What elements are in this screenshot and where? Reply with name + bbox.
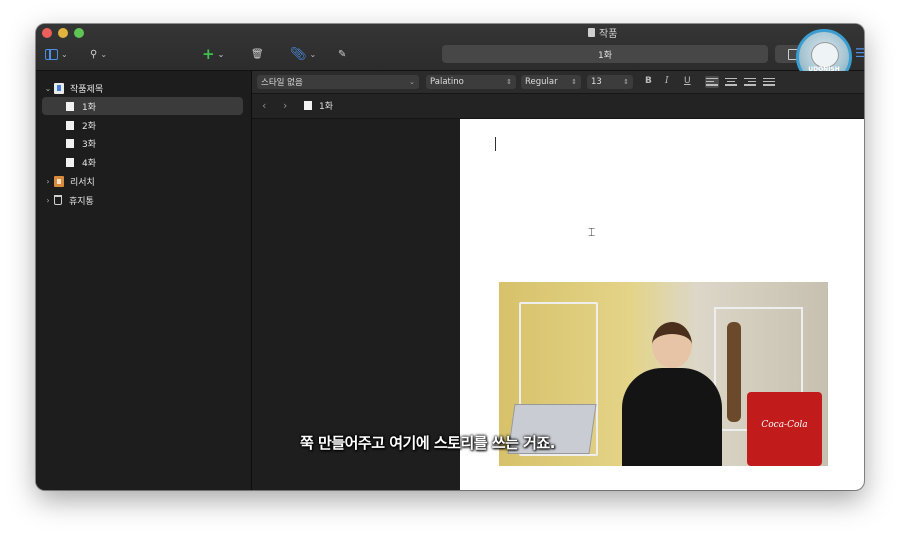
binder-item-trash[interactable]: › 휴지통 bbox=[42, 191, 243, 209]
plus-icon: + bbox=[202, 45, 215, 63]
window-title-text: 작품 bbox=[599, 29, 618, 40]
align-icon[interactable]: ☰ bbox=[855, 46, 864, 60]
draft-folder-icon bbox=[54, 82, 64, 94]
delete-button[interactable]: 🗑︎ bbox=[251, 46, 264, 62]
document-icon bbox=[66, 120, 74, 130]
underline-button[interactable]: U bbox=[684, 76, 691, 86]
document-icon bbox=[66, 138, 74, 148]
video-presenter-head bbox=[652, 322, 692, 368]
search-icon: ⚲ bbox=[90, 48, 98, 60]
justify-button[interactable] bbox=[762, 76, 776, 88]
up-down-icon: ⇕ bbox=[571, 78, 577, 86]
text-caret bbox=[495, 137, 496, 151]
document-icon bbox=[66, 101, 74, 111]
font-family-select[interactable]: Palatino ⇕ bbox=[426, 75, 516, 89]
search-button[interactable]: ⚲ ⌄ bbox=[90, 46, 107, 62]
chevron-down-icon[interactable]: ⌄ bbox=[42, 84, 54, 93]
paperclip-icon: 📎︎ bbox=[290, 46, 307, 62]
minimize-window-button[interactable] bbox=[58, 28, 68, 38]
binder-item-label: 4화 bbox=[82, 158, 97, 169]
sidebar-icon bbox=[45, 48, 58, 60]
avatar-face bbox=[811, 42, 839, 68]
document-title-field[interactable]: 1화 bbox=[442, 45, 768, 63]
research-folder-icon bbox=[54, 175, 64, 187]
chevron-down-icon: ⌄ bbox=[100, 49, 108, 59]
close-window-button[interactable] bbox=[42, 28, 52, 38]
video-presenter bbox=[617, 322, 727, 466]
document-icon bbox=[66, 157, 74, 167]
path-document-label: 1화 bbox=[319, 102, 334, 112]
binder-item-label: 작품제목 bbox=[70, 84, 104, 95]
trash-icon: 🗑︎ bbox=[251, 48, 264, 60]
attach-button[interactable]: 📎︎ ⌄ bbox=[290, 46, 316, 62]
chevron-down-icon: ⌄ bbox=[309, 49, 317, 59]
chevron-down-icon: ⌄ bbox=[217, 49, 225, 59]
binder-item-label: 휴지통 bbox=[69, 196, 94, 207]
compose-icon: ✎ bbox=[338, 48, 347, 60]
video-presenter-body bbox=[622, 368, 722, 466]
font-size-select[interactable]: 13 ⇕ bbox=[587, 75, 633, 89]
font-family-value: Palatino bbox=[430, 77, 464, 87]
chevron-down-icon: ⌄ bbox=[61, 49, 68, 59]
project-doc-icon bbox=[588, 28, 595, 37]
binder-item-episode-3[interactable]: 3화 bbox=[42, 134, 243, 152]
binder-item-draft[interactable]: ⌄ 작품제목 bbox=[42, 79, 243, 97]
italic-button[interactable]: I bbox=[665, 76, 669, 86]
up-down-icon: ⇕ bbox=[506, 78, 512, 86]
font-weight-value: Regular bbox=[525, 77, 558, 87]
document-icon bbox=[304, 101, 312, 110]
editor-path-bar: ‹ › 1화 bbox=[252, 94, 864, 119]
window-title: 작품 bbox=[588, 25, 617, 40]
binder-item-episode-2[interactable]: 2화 bbox=[42, 116, 243, 134]
binder-item-label: 2화 bbox=[82, 121, 97, 132]
video-subtitle: 쭉 만들어주고 여기에 스토리를 쓰는 거죠. bbox=[300, 434, 555, 452]
font-size-value: 13 bbox=[591, 77, 602, 87]
chevron-right-icon[interactable]: › bbox=[42, 196, 54, 205]
align-right-button[interactable] bbox=[743, 76, 757, 88]
font-weight-select[interactable]: Regular ⇕ bbox=[521, 75, 581, 89]
up-down-icon: ⇕ bbox=[623, 78, 629, 86]
add-document-button[interactable]: + ⌄ bbox=[202, 45, 225, 63]
align-left-button[interactable] bbox=[705, 76, 719, 88]
quick-edit-button[interactable]: ✎ bbox=[338, 46, 346, 62]
binder-item-label: 리서치 bbox=[70, 177, 95, 188]
binder-item-label: 3화 bbox=[82, 139, 97, 150]
back-arrow-icon[interactable]: ‹ bbox=[262, 99, 266, 112]
forward-arrow-icon[interactable]: › bbox=[283, 99, 287, 112]
binder-item-label: 1화 bbox=[82, 102, 97, 113]
title-bar: 작품 ⌄ ⚲ ⌄ + ⌄ 🗑︎ 📎︎ ⌄ ✎ 1화 ☰ UDONISH bbox=[36, 24, 864, 85]
ibeam-cursor-icon: ⌶ bbox=[588, 225, 596, 239]
bold-button[interactable]: B bbox=[645, 76, 652, 86]
binder-sidebar: ⌄ 작품제목 1화 2화 3화 4화 › 리서치 › 휴지통 bbox=[36, 71, 252, 490]
view-toggle-button[interactable]: ⌄ bbox=[45, 46, 68, 62]
video-guitar bbox=[727, 322, 741, 422]
zoom-window-button[interactable] bbox=[74, 28, 84, 38]
binder-item-episode-1[interactable]: 1화 bbox=[42, 97, 243, 115]
paragraph-style-value: 스타일 없음 bbox=[261, 78, 303, 88]
video-mini-fridge: Coca-Cola bbox=[747, 392, 822, 466]
chevron-right-icon[interactable]: › bbox=[42, 177, 54, 186]
video-fridge-logo: Coca-Cola bbox=[761, 420, 808, 430]
trash-icon bbox=[54, 195, 62, 205]
paragraph-style-select[interactable]: 스타일 없음 ⌄ bbox=[257, 75, 419, 89]
binder-item-episode-4[interactable]: 4화 bbox=[42, 153, 243, 171]
align-center-button[interactable] bbox=[724, 76, 738, 88]
chevron-down-icon: ⌄ bbox=[409, 78, 415, 86]
binder-item-research[interactable]: › 리서치 bbox=[42, 172, 243, 190]
format-bar: 스타일 없음 ⌄ Palatino ⇕ Regular ⇕ 13 ⇕ B I U bbox=[252, 71, 864, 94]
